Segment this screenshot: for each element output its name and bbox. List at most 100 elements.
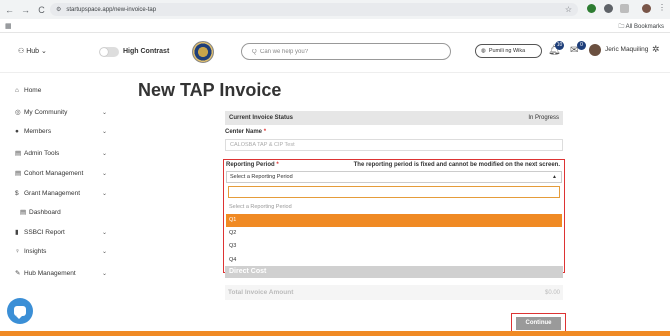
profile-icon[interactable]	[642, 4, 651, 13]
sidebar-item-members[interactable]: ● Members ⌄	[15, 128, 107, 135]
high-contrast-toggle[interactable]	[99, 47, 119, 57]
dropdown-option[interactable]: Q3	[226, 240, 562, 253]
invoice-status-row: Current Invoice Status In Progress	[225, 111, 563, 125]
sidebar-item-insights[interactable]: ♀ Insights ⌄	[15, 248, 107, 255]
search-box[interactable]	[241, 43, 451, 60]
chevron-down-icon: ⌄	[101, 191, 107, 197]
grant-icon: $	[15, 190, 19, 197]
insights-icon: ♀	[15, 248, 20, 255]
reporting-period-section: Reporting Period * The reporting period …	[223, 159, 565, 273]
chevron-down-icon: ⌄	[41, 48, 47, 55]
dropdown-option[interactable]: Select a Reporting Period	[226, 201, 562, 214]
globe-icon: ◍	[481, 48, 486, 54]
center-name-label: Center Name *	[225, 129, 267, 135]
sidebar-item-admin-tools[interactable]: ▤ Admin Tools ⌄	[15, 149, 107, 158]
sidebar-item-label: Hub Management	[24, 269, 76, 277]
page-title: New TAP Invoice	[138, 80, 282, 100]
caret-up-icon: ▲	[552, 174, 557, 180]
footer-accent-bar	[0, 331, 670, 336]
app-header: ⚇ Hub ⌄ High Contrast ◍ Pumili ng Wika 🔔…	[0, 33, 670, 73]
forward-button[interactable]: →	[19, 5, 32, 15]
chevron-down-icon: ⌄	[101, 249, 107, 255]
browser-toolbar: ← → C ⚙ startupspace.app/new-invoice-tap…	[0, 0, 670, 19]
extensions-puzzle-icon[interactable]	[620, 4, 629, 13]
total-label: Total Invoice Amount	[228, 289, 294, 296]
hub-icon: ⚇	[18, 48, 25, 55]
chat-bubble-icon	[14, 306, 26, 319]
site-logo[interactable]	[192, 41, 214, 63]
chevron-down-icon: ⌄	[101, 129, 107, 135]
main-content: New TAP Invoice Current Invoice Status I…	[118, 73, 670, 336]
all-bookmarks-link[interactable]: 🗀 All Bookmarks	[618, 22, 664, 32]
back-button[interactable]: ←	[3, 5, 16, 15]
chevron-down-icon: ⌄	[101, 229, 107, 236]
language-label: Pumili ng Wika	[488, 48, 526, 54]
chevron-down-icon: ⌄	[101, 109, 107, 116]
site-info-icon[interactable]: ⚙	[56, 6, 61, 13]
chevron-down-icon: ⌄	[101, 170, 107, 177]
chevron-down-icon: ⌄	[101, 150, 107, 157]
sidebar-item-label: Home	[24, 87, 42, 94]
hub-label: Hub	[26, 48, 40, 55]
sidebar: ⌂ Home ◎ My Community ⌄ ● Members ⌄ ▤ Ad…	[0, 73, 118, 336]
sidebar-item-ssbci-report[interactable]: ▮ SSBCI Report ⌄	[15, 228, 107, 237]
sidebar-item-label: Insights	[24, 248, 47, 255]
browser-menu-icon[interactable]: ⋮	[658, 3, 666, 12]
admin-tools-icon: ▤	[15, 150, 22, 157]
hub-menu[interactable]: ⚇ Hub ⌄	[18, 47, 47, 55]
members-icon: ●	[15, 128, 19, 135]
notification-count-badge: 10	[555, 41, 564, 50]
search-input[interactable]	[252, 48, 432, 55]
report-icon: ▮	[15, 229, 19, 236]
sidebar-item-hub-management[interactable]: ✎ Hub Management ⌄	[15, 269, 107, 278]
sidebar-item-my-community[interactable]: ◎ My Community ⌄	[15, 108, 107, 117]
dropdown-search-input[interactable]	[228, 186, 560, 198]
sidebar-item-label: Cohort Management	[24, 169, 84, 177]
dropdown-option-selected[interactable]: Q1	[226, 214, 562, 227]
reload-button[interactable]: C	[35, 5, 48, 15]
sidebar-item-label: Members	[24, 128, 52, 135]
reporting-period-select[interactable]: Select a Reporting Period ▲	[226, 171, 562, 183]
sidebar-item-label: Grant Management	[24, 190, 81, 197]
sidebar-item-grant-management[interactable]: $ Grant Management ⌄	[15, 190, 107, 197]
extension-icon[interactable]	[604, 4, 613, 13]
user-name[interactable]: Jeric Maquiling	[605, 46, 648, 53]
cohort-icon: ▤	[15, 170, 22, 177]
sidebar-item-cohort-management[interactable]: ▤ Cohort Management ⌄	[15, 169, 107, 178]
bookmarks-bar: ▦ 🗀 All Bookmarks	[0, 19, 670, 33]
apps-grid-icon[interactable]: ▦	[5, 22, 12, 30]
home-icon: ⌂	[15, 87, 19, 94]
status-value: In Progress	[528, 115, 559, 121]
gear-icon[interactable]: ✲	[652, 44, 660, 55]
high-contrast-label: High Contrast	[123, 48, 170, 55]
dropdown-option[interactable]: Q2	[226, 227, 562, 240]
language-selector[interactable]: ◍ Pumili ng Wika	[475, 44, 542, 58]
hub-management-icon: ✎	[15, 270, 21, 277]
avatar[interactable]	[589, 44, 601, 56]
reporting-period-label: Reporting Period *	[226, 162, 279, 168]
extension-icon[interactable]	[587, 4, 596, 13]
address-bar[interactable]: ⚙ startupspace.app/new-invoice-tap ☆	[50, 3, 578, 16]
reporting-period-note: The reporting period is fixed and cannot…	[353, 162, 560, 168]
continue-button[interactable]: Continue	[516, 317, 561, 330]
status-label: Current Invoice Status	[229, 115, 294, 121]
sidebar-item-label: SSBCI Report	[24, 228, 65, 236]
sidebar-item-label: Admin Tools	[24, 149, 60, 157]
sidebar-item-dashboard[interactable]: ▤ Dashboard	[20, 208, 100, 217]
total-amount: $0.00	[544, 289, 560, 296]
chevron-down-icon: ⌄	[101, 270, 107, 277]
message-count-badge: 0	[577, 41, 586, 50]
dashboard-icon: ▤	[20, 209, 27, 216]
chat-support-button[interactable]	[7, 298, 33, 324]
all-bookmarks-label: All Bookmarks	[625, 24, 664, 30]
center-name-label-text: Center Name	[225, 129, 263, 135]
total-invoice-row: Total Invoice Amount $0.00	[225, 285, 563, 300]
sidebar-item-home[interactable]: ⌂ Home	[15, 87, 107, 94]
center-name-field: CALOSBA TAP & CIP Test	[225, 139, 563, 151]
url-text: startupspace.app/new-invoice-tap	[66, 6, 157, 13]
select-value: Select a Reporting Period	[230, 174, 293, 180]
community-icon: ◎	[15, 109, 21, 116]
bookmark-star-icon[interactable]: ☆	[565, 5, 572, 14]
sidebar-item-label: My Community	[24, 108, 68, 116]
direct-cost-header: Direct Cost	[225, 266, 563, 278]
